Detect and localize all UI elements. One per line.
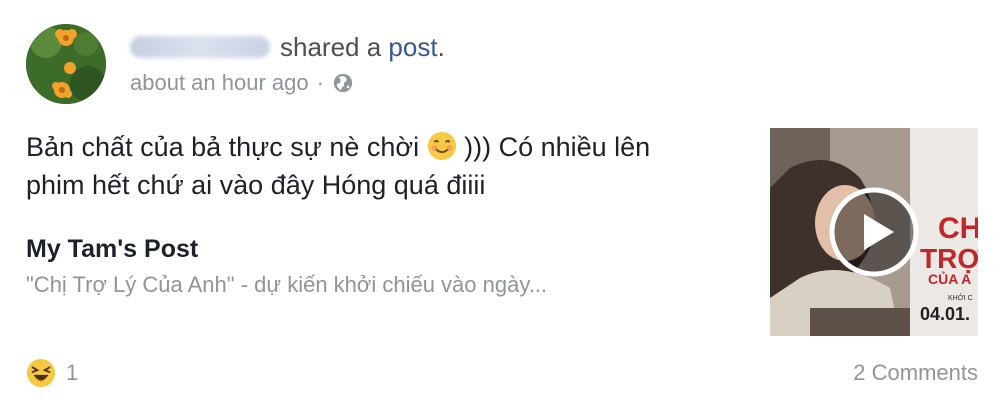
shared-post-preview[interactable]: My Tam's Post "Chị Trợ Lý Của Anh" - dự … bbox=[26, 232, 746, 302]
thumb-title-tro: TRỢ bbox=[920, 243, 978, 274]
haha-icon[interactable] bbox=[26, 358, 56, 388]
reaction-count[interactable]: 1 bbox=[66, 360, 78, 386]
thumb-title-cua: CỦA A bbox=[928, 270, 971, 287]
post-meta: about an hour ago · bbox=[130, 68, 354, 98]
play-icon[interactable] bbox=[828, 186, 920, 278]
action-text: shared a bbox=[280, 31, 382, 62]
timestamp[interactable]: about an hour ago bbox=[130, 70, 309, 96]
post-message-part1: Bản chất của bả thực sự nè chời bbox=[26, 132, 420, 162]
globe-icon[interactable] bbox=[332, 72, 354, 94]
meta-separator: · bbox=[316, 70, 324, 95]
post-header: shared a post. bbox=[130, 30, 445, 64]
post-message: Bản chất của bả thực sự nè chời ))) Có n… bbox=[26, 128, 716, 204]
header-period: . bbox=[437, 31, 445, 62]
post-link[interactable]: post bbox=[388, 32, 437, 62]
comments-count-link[interactable]: 2 Comments bbox=[853, 358, 978, 388]
author-name[interactable] bbox=[130, 36, 270, 58]
shared-post-title[interactable]: My Tam's Post bbox=[26, 232, 746, 266]
header-text: shared a post. bbox=[280, 32, 445, 63]
thumb-release-date: 04.01. bbox=[920, 304, 970, 324]
post-card: shared a post. about an hour ago · Bản c… bbox=[0, 0, 1000, 414]
shared-post-description: "Chị Trợ Lý Của Anh" - dự kiến khởi chiế… bbox=[26, 272, 548, 297]
smiling-face-icon bbox=[427, 131, 456, 161]
reactions-summary[interactable]: 1 bbox=[26, 358, 78, 388]
thumb-release-label: KHỞI C bbox=[948, 293, 973, 302]
video-thumbnail[interactable]: CH TRỢ CỦA A KHỞI C 04.01. bbox=[770, 128, 978, 336]
thumb-title-ch: CH bbox=[938, 212, 978, 245]
avatar[interactable] bbox=[26, 24, 106, 104]
